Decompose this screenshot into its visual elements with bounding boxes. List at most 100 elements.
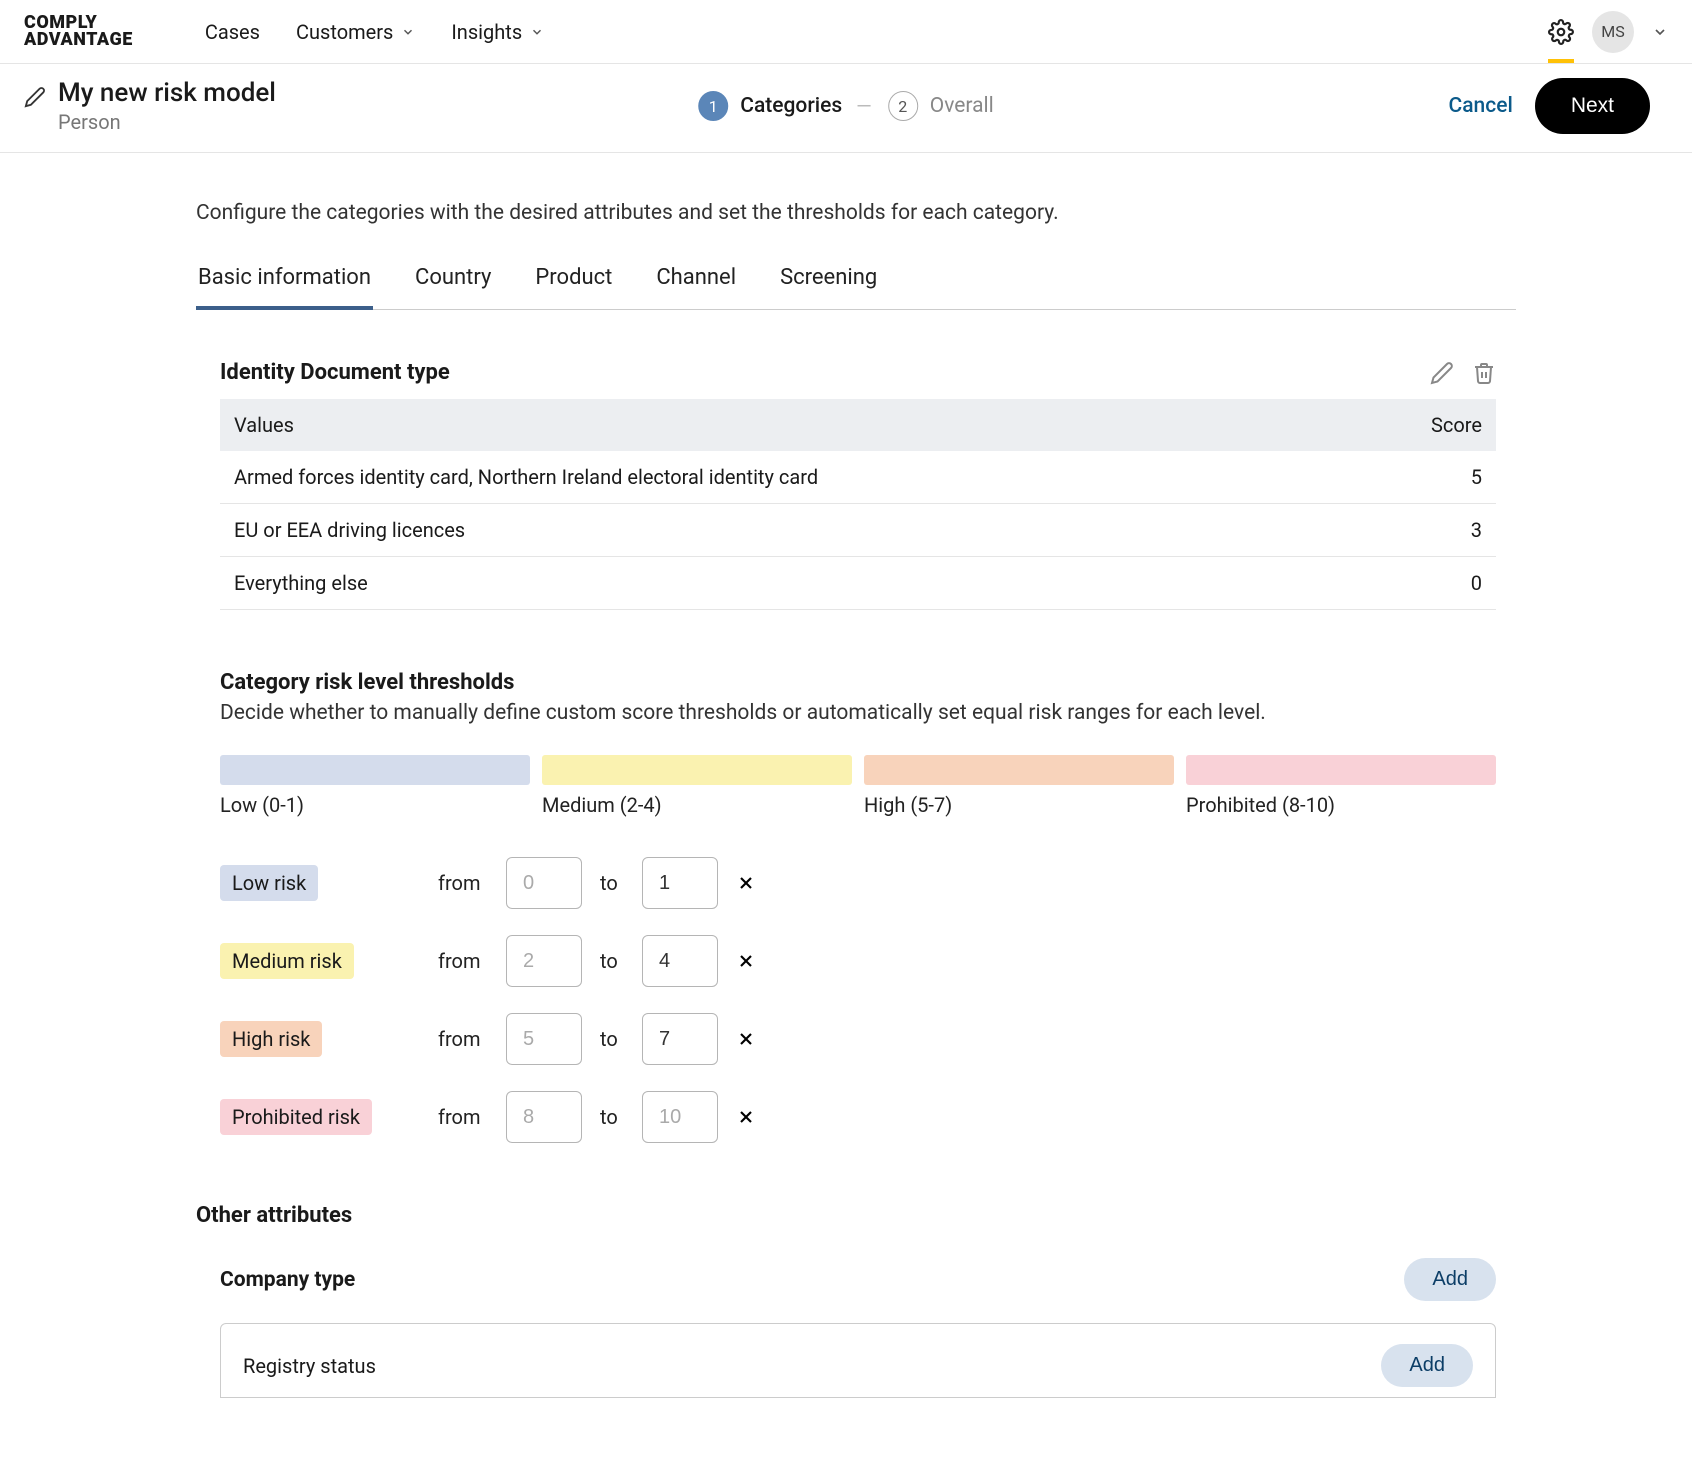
threshold-from-input[interactable] xyxy=(506,1091,582,1143)
tab-basic-information[interactable]: Basic information xyxy=(196,265,373,310)
remove-threshold-button[interactable] xyxy=(736,951,764,971)
threshold-to-input[interactable] xyxy=(642,1091,718,1143)
risk-bar: Low (0-1) Medium (2-4) High (5-7) Prohib… xyxy=(220,755,1496,817)
from-label: from xyxy=(438,1027,488,1051)
score-cell: 0 xyxy=(1356,557,1496,610)
attribute-identity-document: Identity Document type Values Score Arme… xyxy=(220,360,1496,610)
risk-badge: Medium risk xyxy=(220,943,354,979)
gear-icon xyxy=(1548,19,1574,45)
close-icon xyxy=(736,1107,756,1127)
stepper: 1 Categories — 2 Overall xyxy=(698,91,994,121)
threshold-row: Low risk from to xyxy=(220,857,1496,909)
tab-country[interactable]: Country xyxy=(413,265,493,309)
score-cell: 5 xyxy=(1356,451,1496,504)
nav-cases[interactable]: Cases xyxy=(205,20,260,44)
to-label: to xyxy=(600,949,624,973)
values-table: Values Score Armed forces identity card,… xyxy=(220,399,1496,610)
remove-threshold-button[interactable] xyxy=(736,1107,764,1127)
close-icon xyxy=(736,1029,756,1049)
threshold-to-input[interactable] xyxy=(642,857,718,909)
category-tabs: Basic information Country Product Channe… xyxy=(196,265,1516,310)
from-label: from xyxy=(438,871,488,895)
risk-label-medium: Medium (2-4) xyxy=(542,793,852,817)
step-overall[interactable]: 2 Overall xyxy=(888,91,994,121)
threshold-row: High risk from to xyxy=(220,1013,1496,1065)
remove-threshold-button[interactable] xyxy=(736,1029,764,1049)
risk-badge: Low risk xyxy=(220,865,318,901)
chevron-down-icon[interactable] xyxy=(1652,24,1668,40)
risk-seg-prohibited xyxy=(1186,755,1496,785)
page-title: My new risk model xyxy=(58,78,276,108)
pencil-icon xyxy=(1430,361,1454,385)
page-subtitle: Person xyxy=(58,110,276,134)
threshold-from-input[interactable] xyxy=(506,935,582,987)
pencil-icon[interactable] xyxy=(24,86,46,108)
page-header: My new risk model Person 1 Categories — … xyxy=(0,64,1692,153)
tab-product[interactable]: Product xyxy=(533,265,614,309)
chevron-down-icon xyxy=(530,25,544,39)
tab-screening[interactable]: Screening xyxy=(778,265,879,309)
close-icon xyxy=(736,873,756,893)
risk-label-prohibited: Prohibited (8-10) xyxy=(1186,793,1496,817)
avatar[interactable]: MS xyxy=(1592,11,1634,53)
brand-logo: COMPLY ADVANTAGE xyxy=(24,15,133,47)
from-label: from xyxy=(438,949,488,973)
attribute-title: Identity Document type xyxy=(220,360,450,385)
risk-seg-low xyxy=(220,755,530,785)
nav-customers[interactable]: Customers xyxy=(296,20,415,44)
thresholds-section: Category risk level thresholds Decide wh… xyxy=(220,670,1496,1143)
risk-seg-medium xyxy=(542,755,852,785)
nav-items: Cases Customers Insights xyxy=(205,20,544,44)
threshold-rows: Low risk from to Medium risk from to Hig… xyxy=(220,857,1496,1143)
settings-button[interactable] xyxy=(1548,19,1574,45)
col-values: Values xyxy=(220,399,1356,451)
other-attr-company-type: Company type Add xyxy=(220,1258,1496,1301)
table-row: EU or EEA driving licences3 xyxy=(220,504,1496,557)
table-row: Everything else0 xyxy=(220,557,1496,610)
chevron-down-icon xyxy=(401,25,415,39)
value-cell: EU or EEA driving licences xyxy=(220,504,1356,557)
topbar-right: MS xyxy=(1548,11,1668,53)
score-cell: 3 xyxy=(1356,504,1496,557)
thresholds-desc: Decide whether to manually define custom… xyxy=(220,701,1496,725)
edit-attribute-button[interactable] xyxy=(1430,361,1454,385)
other-attr-registry-status: Registry status Add xyxy=(220,1323,1496,1398)
risk-badge: High risk xyxy=(220,1021,322,1057)
step-categories[interactable]: 1 Categories xyxy=(698,91,842,121)
risk-seg-high xyxy=(864,755,1174,785)
risk-badge: Prohibited risk xyxy=(220,1099,372,1135)
main-content: Configure the categories with the desire… xyxy=(176,153,1516,1458)
threshold-row: Medium risk from to xyxy=(220,935,1496,987)
threshold-to-input[interactable] xyxy=(642,1013,718,1065)
to-label: to xyxy=(600,1105,624,1129)
remove-threshold-button[interactable] xyxy=(736,873,764,893)
add-registry-status-button[interactable]: Add xyxy=(1381,1344,1473,1387)
from-label: from xyxy=(438,1105,488,1129)
value-cell: Everything else xyxy=(220,557,1356,610)
cancel-button[interactable]: Cancel xyxy=(1449,94,1513,118)
other-attr-label: Company type xyxy=(220,1268,355,1292)
col-score: Score xyxy=(1356,399,1496,451)
thresholds-title: Category risk level thresholds xyxy=(220,670,1496,695)
next-button[interactable]: Next xyxy=(1535,78,1650,134)
to-label: to xyxy=(600,1027,624,1051)
close-icon xyxy=(736,951,756,971)
threshold-to-input[interactable] xyxy=(642,935,718,987)
trash-icon xyxy=(1472,361,1496,385)
threshold-from-input[interactable] xyxy=(506,857,582,909)
delete-attribute-button[interactable] xyxy=(1472,361,1496,385)
threshold-from-input[interactable] xyxy=(506,1013,582,1065)
tab-channel[interactable]: Channel xyxy=(654,265,738,309)
threshold-row: Prohibited risk from to xyxy=(220,1091,1496,1143)
to-label: to xyxy=(600,871,624,895)
other-attr-label: Registry status xyxy=(243,1354,376,1378)
other-attributes-title: Other attributes xyxy=(196,1203,1496,1228)
add-company-type-button[interactable]: Add xyxy=(1404,1258,1496,1301)
risk-label-low: Low (0-1) xyxy=(220,793,530,817)
nav-insights[interactable]: Insights xyxy=(451,20,544,44)
value-cell: Armed forces identity card, Northern Ire… xyxy=(220,451,1356,504)
intro-text: Configure the categories with the desire… xyxy=(196,201,1516,225)
topbar: COMPLY ADVANTAGE Cases Customers Insight… xyxy=(0,0,1692,64)
risk-label-high: High (5-7) xyxy=(864,793,1174,817)
table-row: Armed forces identity card, Northern Ire… xyxy=(220,451,1496,504)
